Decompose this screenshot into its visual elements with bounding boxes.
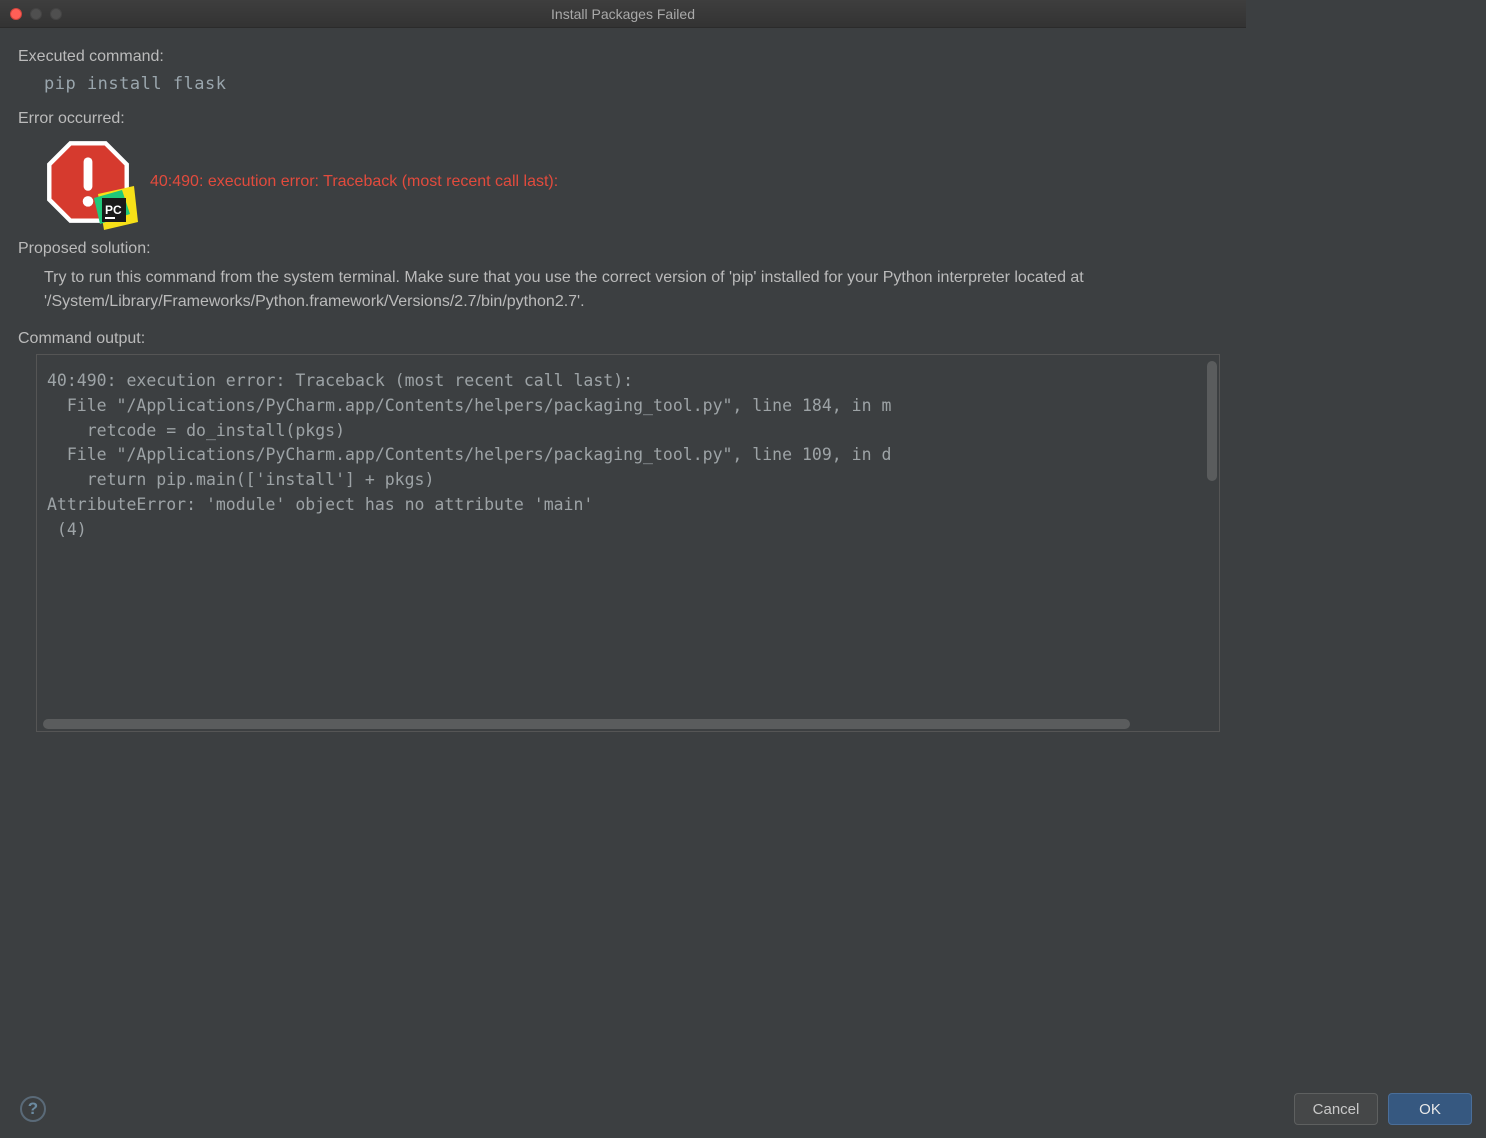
error-occurred-label: Error occurred: — [18, 110, 1228, 128]
vertical-scrollbar[interactable] — [1207, 361, 1217, 481]
svg-text:PC: PC — [105, 203, 122, 217]
window-controls — [0, 8, 62, 20]
command-output-text: 40:490: execution error: Traceback (most… — [47, 371, 891, 539]
error-icon-composite: PC — [44, 138, 132, 226]
error-row: PC 40:490: execution error: Traceback (m… — [18, 134, 1228, 234]
close-window-icon[interactable] — [10, 8, 22, 20]
minimize-window-icon — [30, 8, 42, 20]
proposed-solution-text: Try to run this command from the system … — [18, 264, 1228, 324]
command-output-box[interactable]: 40:490: execution error: Traceback (most… — [36, 354, 1220, 732]
dialog-content: Executed command: pip install flask Erro… — [0, 28, 1246, 732]
command-output-label: Command output: — [18, 330, 1228, 348]
pycharm-icon: PC — [92, 184, 140, 232]
help-icon: ? — [28, 1099, 38, 1119]
maximize-window-icon — [50, 8, 62, 20]
executed-command-value: pip install flask — [18, 72, 1228, 104]
horizontal-scrollbar[interactable] — [43, 719, 1130, 729]
executed-command-label: Executed command: — [18, 48, 1228, 66]
dialog-footer: ? Cancel OK — [0, 1080, 1486, 1138]
window-title: Install Packages Failed — [551, 6, 695, 22]
titlebar: Install Packages Failed — [0, 0, 1246, 28]
cancel-button-label: Cancel — [1313, 1101, 1360, 1118]
ok-button[interactable]: OK — [1388, 1093, 1472, 1125]
cancel-button[interactable]: Cancel — [1294, 1093, 1378, 1125]
help-button[interactable]: ? — [20, 1096, 46, 1122]
error-message: 40:490: execution error: Traceback (most… — [150, 173, 558, 191]
ok-button-label: OK — [1419, 1101, 1441, 1118]
proposed-solution-label: Proposed solution: — [18, 240, 1228, 258]
button-row: Cancel OK — [1294, 1093, 1472, 1125]
